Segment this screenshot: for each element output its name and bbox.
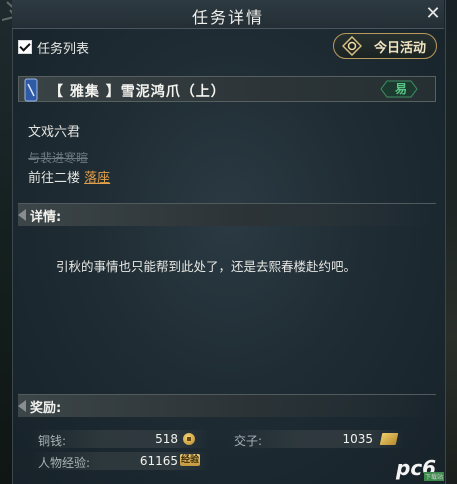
rewards-heading: 奖励:: [30, 401, 62, 416]
current-step-link[interactable]: 落座: [84, 171, 110, 186]
close-icon[interactable]: ✕: [422, 3, 444, 25]
title-bar: 任务详情 ✕: [12, 0, 444, 29]
jiaozi-note-icon: [379, 433, 399, 445]
copper-value: 518: [155, 432, 178, 446]
rewards-section-header: 奖励:: [18, 394, 436, 417]
copper-label: 铜钱:: [38, 434, 67, 448]
watermark-small: 下载站: [424, 472, 445, 481]
exp-tag-icon: 经验: [180, 454, 200, 466]
watermark: pc6 下载站: [396, 456, 452, 481]
completed-step: 与裴进寒暄: [28, 151, 89, 165]
quest-npc: 文戏六君: [28, 125, 81, 140]
task-list-checkbox[interactable]: [18, 40, 32, 54]
today-activity-icon: [342, 36, 362, 56]
task-list-toggle[interactable]: 任务列表: [18, 38, 90, 57]
quest-title: 【 雅集 】雪泥鸿爪（上）: [49, 84, 226, 100]
current-step: 前往二楼 落座: [28, 167, 110, 186]
section-notch-icon: [18, 400, 26, 412]
details-heading: 详情:: [30, 210, 62, 225]
details-text: 引秋的事情也只能帮到此处了，还是去熙春楼赴约吧。: [56, 259, 357, 274]
section-notch-icon: [18, 209, 26, 221]
today-activity-label: 今日活动: [373, 40, 426, 56]
exp-label: 人物经验:: [38, 456, 91, 470]
difficulty-label: 易: [394, 82, 407, 96]
copper-coin-icon: [183, 433, 195, 445]
details-section-header: 详情:: [18, 203, 436, 226]
jiaozi-value: 1035: [342, 432, 373, 446]
window-title: 任务详情: [191, 8, 264, 27]
quest-title-bar: 【 雅集 】雪泥鸿爪（上） 易: [18, 76, 436, 102]
jiaozi-label: 交子:: [234, 434, 263, 448]
task-list-label: 任务列表: [37, 41, 90, 57]
current-step-text: 前往二楼: [28, 171, 85, 186]
quest-type-icon: [24, 78, 38, 102]
today-activity-button[interactable]: 今日活动: [333, 33, 437, 59]
exp-value: 61165: [139, 454, 178, 468]
